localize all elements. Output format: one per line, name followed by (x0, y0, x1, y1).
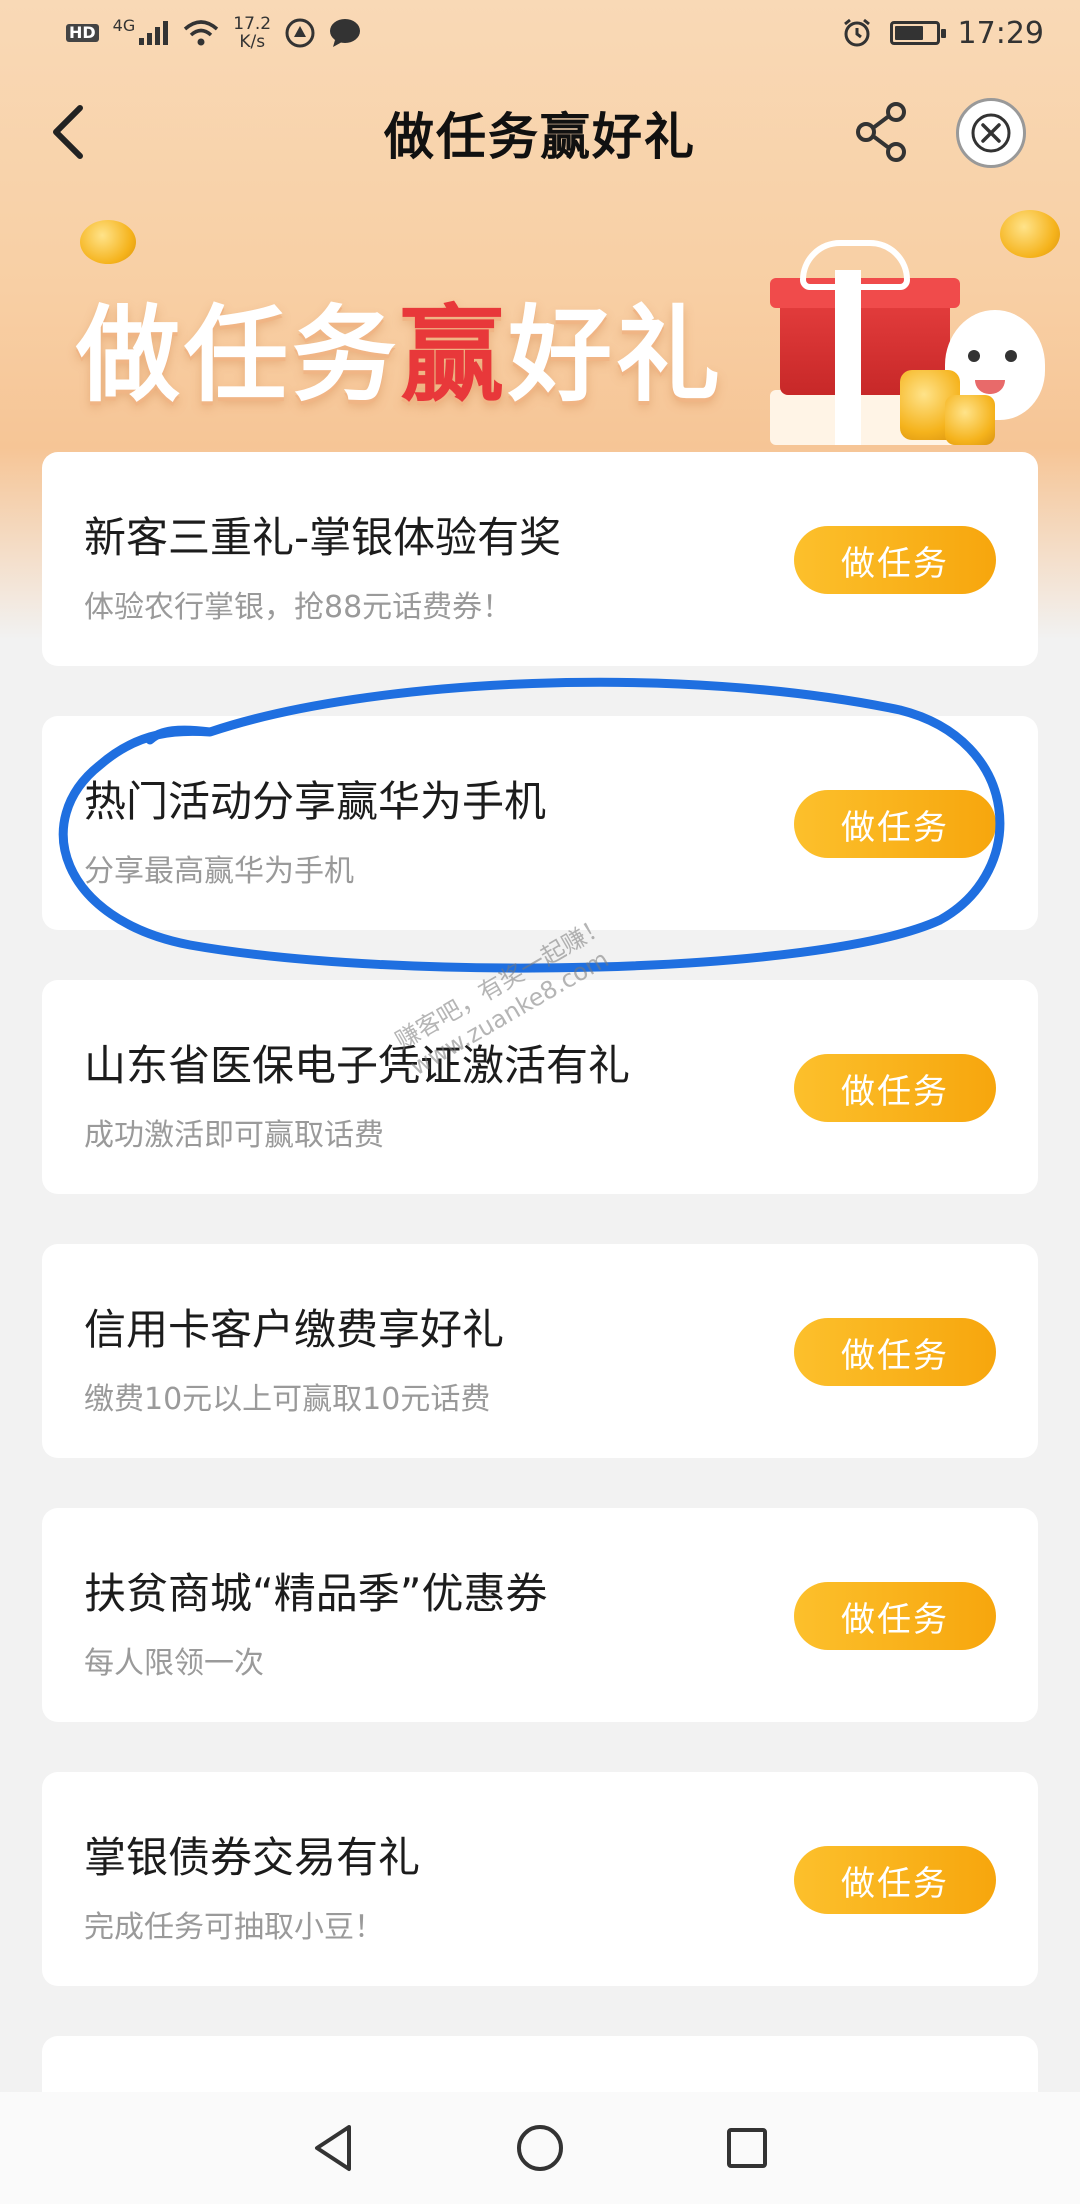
share-icon[interactable] (850, 100, 914, 164)
nav-bar: 做任务赢好礼 (0, 78, 1080, 188)
banner-text-highlight: 赢 (400, 294, 509, 416)
do-task-button[interactable]: 做任务 (794, 1054, 996, 1122)
task-card[interactable]: 信用卡客户缴费享好礼 缴费10元以上可赢取10元话费 做任务 (42, 1244, 1038, 1458)
task-subtitle: 每人限领一次 (84, 1646, 264, 1681)
do-task-button[interactable]: 做任务 (794, 790, 996, 858)
square-recents-icon (726, 2128, 767, 2168)
app-notification-icon (285, 18, 315, 48)
task-title: 新客三重礼-掌银体验有奖 (84, 513, 562, 562)
banner-headline: 做任务赢好礼 (76, 270, 724, 421)
task-subtitle: 完成任务可抽取小豆！ (84, 1910, 384, 1945)
battery-fill (894, 26, 923, 40)
task-card[interactable]: 扶贫商城“精品季”优惠券 每人限领一次 做任务 (42, 1508, 1038, 1722)
task-subtitle: 体验农行掌银，抢88元话费券！ (84, 590, 513, 625)
network-type: 4G (112, 16, 136, 35)
gift-bow (800, 240, 910, 290)
triangle-back-icon (315, 2125, 352, 2171)
do-task-button[interactable]: 做任务 (794, 526, 996, 594)
network-speed: 17.2 K/s (233, 15, 271, 51)
banner-text-part2: 好礼 (508, 294, 725, 416)
task-title: 信用卡客户缴费享好礼 (84, 1305, 505, 1354)
close-icon (971, 113, 1011, 153)
coin-stack (945, 395, 995, 445)
speed-value: 17.2 (233, 14, 272, 34)
do-task-button[interactable]: 做任务 (794, 1846, 996, 1914)
clock: 17:29 (957, 15, 1044, 51)
alarm-icon (843, 18, 870, 47)
signal-icon (139, 21, 169, 45)
do-task-button[interactable]: 做任务 (794, 1582, 996, 1650)
task-title: 扶贫商城“精品季”优惠券 (84, 1569, 548, 1618)
close-button[interactable] (956, 98, 1026, 168)
task-subtitle: 分享最高赢华为手机 (84, 854, 354, 889)
do-task-button[interactable]: 做任务 (794, 1318, 996, 1386)
nav-recents-button[interactable] (717, 2118, 777, 2178)
hd-badge: HD (66, 24, 99, 42)
circle-home-icon (516, 2125, 563, 2171)
mascot-eye (1005, 350, 1017, 362)
gift-ribbon (835, 270, 861, 445)
task-card[interactable]: 掌银债券交易有礼 完成任务可抽取小豆！ 做任务 (42, 1772, 1038, 1986)
message-icon (330, 19, 361, 47)
nav-back-button[interactable] (303, 2118, 363, 2178)
nav-home-button[interactable] (510, 2118, 570, 2178)
promo-banner: 做任务赢好礼 (0, 200, 1080, 460)
task-title: 山东省医保电子凭证激活有礼 (84, 1041, 631, 1090)
back-arrow-icon[interactable] (40, 100, 100, 164)
coin-decoration (1000, 210, 1060, 258)
status-bar: HD 4G 17.2 K/s 17:29 (0, 0, 1080, 66)
system-nav-bar (0, 2092, 1080, 2204)
task-card[interactable]: 新客三重礼-掌银体验有奖 体验农行掌银，抢88元话费券！ 做任务 (42, 452, 1038, 666)
battery-icon (889, 21, 946, 45)
coin-decoration (80, 220, 136, 264)
mascot-eye (968, 350, 980, 362)
speed-unit: K/s (239, 32, 266, 52)
task-subtitle: 成功激活即可赢取话费 (84, 1118, 384, 1153)
task-card[interactable]: 热门活动分享赢华为手机 分享最高赢华为手机 做任务 (42, 716, 1038, 930)
page-title: 做任务赢好礼 (384, 108, 696, 166)
task-subtitle: 缴费10元以上可赢取10元话费 (84, 1382, 491, 1417)
task-title: 热门活动分享赢华为手机 (84, 777, 547, 826)
wifi-icon (184, 20, 219, 46)
banner-text-part1: 做任务 (76, 294, 401, 416)
task-title: 掌银债券交易有礼 (84, 1833, 421, 1882)
